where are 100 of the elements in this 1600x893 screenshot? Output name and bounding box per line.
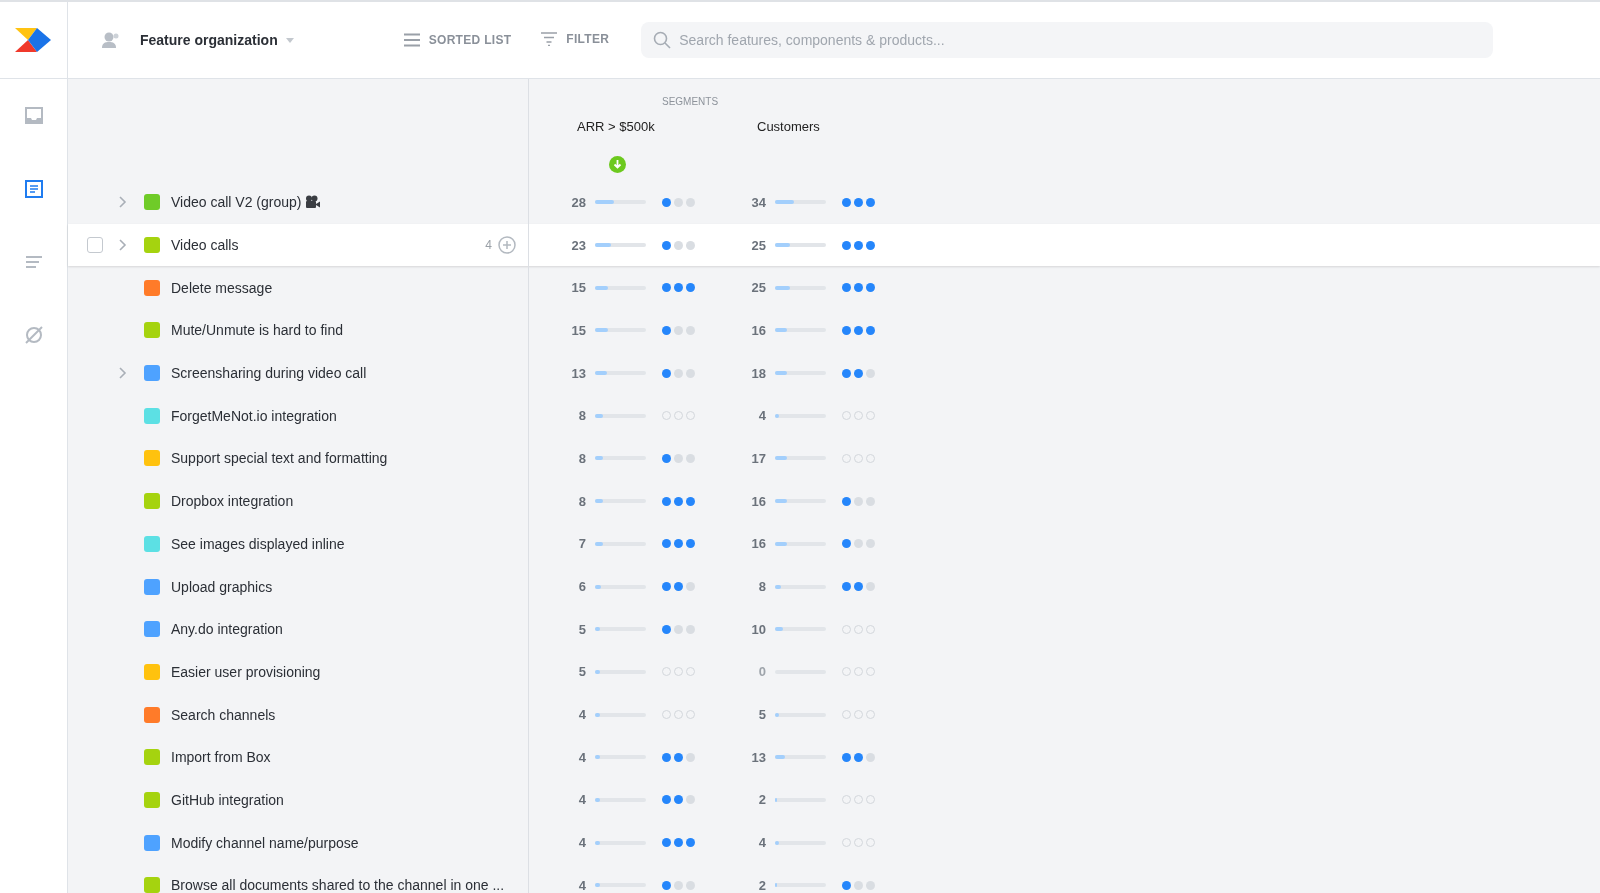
list-icon: [403, 33, 420, 47]
add-icon[interactable]: [498, 236, 516, 255]
metric-value: 4: [757, 835, 766, 851]
feature-name[interactable]: Support special text and formatting: [171, 450, 388, 467]
metric-value: 25: [750, 237, 766, 253]
metric-value: 0: [757, 664, 766, 680]
metric-value: 4: [577, 749, 586, 765]
feature-row[interactable]: Any.do integration 5 10: [68, 607, 1600, 651]
feature-name[interactable]: GitHub integration: [171, 791, 284, 808]
score-bar: [595, 669, 646, 674]
metric-value: 4: [577, 792, 586, 808]
score-bar: [775, 755, 826, 760]
feature-name[interactable]: Delete message: [171, 279, 273, 296]
metric-value: 18: [750, 365, 766, 381]
feature-name[interactable]: Video call V2 (group): [171, 194, 302, 211]
score-bar: [595, 797, 646, 802]
metric-value: 2: [757, 877, 766, 893]
metric-value: 8: [577, 408, 586, 424]
chevron-right-icon[interactable]: [117, 367, 127, 380]
score-bar: [775, 328, 826, 333]
feature-name[interactable]: Modify channel name/purpose: [171, 834, 359, 851]
caret-icon[interactable]: [285, 37, 294, 43]
feature-row[interactable]: Delete message 15 25: [68, 266, 1600, 310]
metric-value: 4: [577, 877, 586, 893]
feature-row[interactable]: Easier user provisioning 5 0: [68, 650, 1600, 694]
chevron-right-icon[interactable]: [117, 239, 127, 252]
metric-value: 28: [570, 194, 586, 210]
score-bar: [595, 840, 646, 845]
score-bar: [595, 243, 646, 248]
feature-row[interactable]: GitHub integration 4 2: [68, 778, 1600, 822]
feature-row[interactable]: ForgetMeNot.io integration 8 4: [68, 394, 1600, 438]
feature-name[interactable]: Search channels: [171, 706, 276, 723]
metric-value: 15: [570, 280, 586, 296]
feature-row[interactable]: Search channels 4 5: [68, 693, 1600, 736]
metric-value: 16: [750, 536, 766, 552]
score-bar: [595, 755, 646, 760]
metric-value: 13: [750, 749, 766, 765]
score-bar: [595, 499, 646, 504]
score-bar: [775, 541, 826, 546]
feature-row[interactable]: See images displayed inline 7 16: [68, 522, 1600, 566]
score-bar: [775, 285, 826, 290]
row-checkbox[interactable]: [87, 237, 103, 254]
workspace-title[interactable]: Feature organization: [140, 32, 278, 48]
metric-value: 8: [757, 579, 766, 595]
score-bar: [595, 541, 646, 546]
score-bar: [595, 413, 646, 418]
feature-row[interactable]: Import from Box 4 13: [68, 735, 1600, 779]
score-bar: [775, 499, 826, 504]
score-bar: [775, 243, 826, 248]
logo-icon[interactable]: [14, 27, 53, 53]
metric-value: 5: [757, 707, 766, 723]
chevron-right-icon[interactable]: [117, 196, 127, 209]
feature-row[interactable]: Dropbox integration 8 16: [68, 479, 1600, 523]
metric-value: 8: [577, 493, 586, 509]
score-bar: [775, 200, 826, 205]
score-bar: [775, 456, 826, 461]
score-bar: [595, 200, 646, 205]
metric-value: 16: [750, 322, 766, 338]
team-icon: [101, 31, 121, 49]
score-bar: [775, 883, 826, 888]
feature-name[interactable]: Import from Box: [171, 749, 271, 766]
score-bar: [775, 712, 826, 717]
score-bar: [595, 584, 646, 589]
metric-value: 34: [750, 194, 766, 210]
metric-value: 16: [750, 493, 766, 509]
score-bar: [595, 285, 646, 290]
feature-row[interactable]: Modify channel name/purpose 4 4: [68, 821, 1600, 864]
feature-row[interactable]: Video calls 4 23 25: [68, 223, 1600, 267]
feature-name[interactable]: See images displayed inline: [171, 535, 345, 552]
feature-name[interactable]: Dropbox integration: [171, 493, 294, 510]
metric-value: 4: [577, 707, 586, 723]
score-bar: [595, 371, 646, 376]
child-count: 4: [485, 238, 492, 253]
search-field[interactable]: Search features, components & products...: [641, 22, 1494, 58]
feature-row[interactable]: Video call V2 (group) 28 34: [68, 181, 1600, 224]
feature-name[interactable]: Browse all documents shared to the channel in one ...: [171, 877, 505, 893]
feature-name[interactable]: ForgetMeNot.io integration: [171, 407, 337, 424]
feature-row[interactable]: Browse all documents shared to the channel in one ... 4 2: [68, 864, 1600, 893]
score-bar: [595, 328, 646, 333]
feature-row[interactable]: Mute/Unmute is hard to find 15 16: [68, 309, 1600, 352]
score-bar: [595, 712, 646, 717]
feature-name[interactable]: Screensharing during video call: [171, 365, 367, 382]
feature-row[interactable]: Upload graphics 6 8: [68, 565, 1600, 608]
metric-value: 5: [577, 621, 586, 637]
feature-name[interactable]: Upload graphics: [171, 578, 273, 595]
feature-name[interactable]: Mute/Unmute is hard to find: [171, 322, 343, 339]
metric-value: 7: [577, 536, 586, 552]
score-bar: [775, 797, 826, 802]
column-header[interactable]: ARR > $500k: [577, 119, 655, 134]
filter-icon: [541, 32, 558, 46]
feature-row[interactable]: Support special text and formatting 8 17: [68, 437, 1600, 480]
column-header[interactable]: Customers: [757, 119, 820, 134]
feature-name[interactable]: Easier user provisioning: [171, 663, 321, 680]
score-bar: [775, 840, 826, 845]
feature-row[interactable]: Screensharing during video call 13 18: [68, 351, 1600, 395]
feature-name[interactable]: Video calls: [171, 237, 239, 254]
sort-descending-icon[interactable]: [609, 156, 626, 173]
feature-name[interactable]: Any.do integration: [171, 621, 283, 638]
score-bar: [775, 584, 826, 589]
score-bar: [775, 627, 826, 632]
